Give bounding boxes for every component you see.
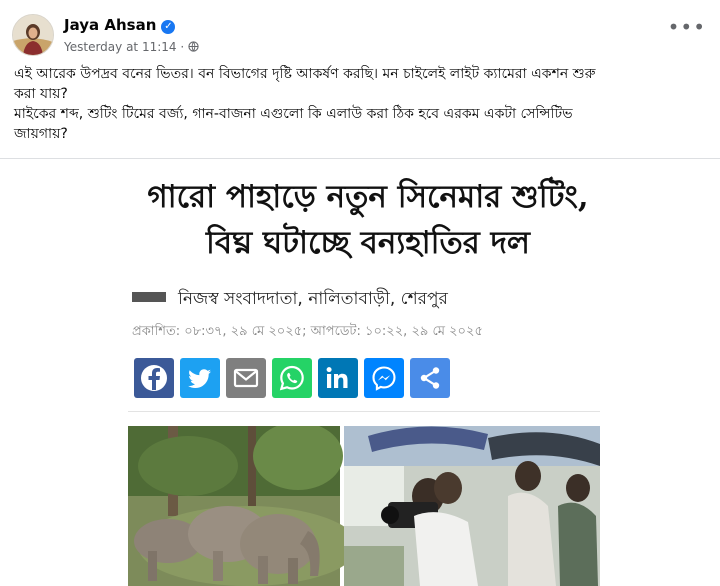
post-text-line: করা যায়? [14, 86, 68, 102]
avatar[interactable] [12, 14, 54, 56]
article-headline: গারো পাহাড়ে নতুন সিনেমার শুটিং, বিঘ্ন ঘ… [128, 174, 608, 266]
post-header: Jaya Ahsan ✓ Yesterday at 11:14 · ••• [0, 0, 720, 62]
linkedin-share-button[interactable] [318, 358, 358, 398]
author-name-text[interactable]: Jaya Ahsan [64, 16, 156, 34]
post-meta: Yesterday at 11:14 · [64, 40, 199, 54]
globe-icon [188, 40, 199, 54]
email-share-button[interactable] [226, 358, 266, 398]
more-options-button[interactable]: ••• [668, 17, 706, 37]
byline-bar [132, 292, 166, 302]
post-text: এই আরেক উপদ্রব বনের ভিতর। বন বিভাগের দৃষ… [14, 64, 714, 144]
whatsapp-share-button[interactable] [272, 358, 312, 398]
envelope-icon [233, 368, 259, 388]
post-text-line: এই আরেক উপদ্রব বনের ভিতর। বন বিভাগের দৃষ… [14, 66, 596, 82]
article-rule [128, 411, 600, 412]
byline-text: নিজস্ব সংবাদদাতা, নালিতাবাড়ী, শেরপুর [178, 289, 448, 309]
verified-badge-icon: ✓ [161, 20, 176, 34]
author-name[interactable]: Jaya Ahsan ✓ [64, 16, 176, 34]
whatsapp-icon [279, 365, 304, 391]
facebook-icon [141, 365, 167, 391]
shared-article-screenshot[interactable]: গারো পাহাড়ে নতুন সিনেমার শুটিং, বিঘ্ন ঘ… [128, 160, 608, 586]
headline-line: গারো পাহাড়ে নতুন সিনেমার শুটিং, [147, 179, 589, 215]
post-divider [0, 158, 720, 159]
meta-separator: · [180, 40, 188, 54]
film-crew-photo [344, 426, 600, 586]
linkedin-icon [326, 367, 348, 388]
post-text-line: জায়গায়? [14, 126, 68, 142]
share-icon [420, 367, 440, 389]
headline-line: বিঘ্ন ঘটাচ্ছে বন্যহাতির দল [206, 225, 530, 261]
article-byline: নিজস্ব সংবাদদাতা, নালিতাবাড়ী, শেরপুর [132, 286, 448, 314]
twitter-share-button[interactable] [180, 358, 220, 398]
twitter-icon [188, 369, 211, 388]
elephant-photo [128, 426, 358, 586]
messenger-icon [372, 366, 396, 391]
facebook-share-button[interactable] [134, 358, 174, 398]
article-published: প্রকাশিত: ০৮:৩৭, ২৯ মে ২০২৫; আপডেট: ১০:২… [132, 324, 483, 339]
post-text-line: মাইকের শব্দ, শুটিং টিমের বর্জ্য, গান-বাজ… [14, 106, 573, 122]
post-timestamp[interactable]: Yesterday at 11:14 [64, 40, 177, 54]
article-photo [128, 426, 600, 586]
messenger-share-button[interactable] [364, 358, 404, 398]
more-share-button[interactable] [410, 358, 450, 398]
